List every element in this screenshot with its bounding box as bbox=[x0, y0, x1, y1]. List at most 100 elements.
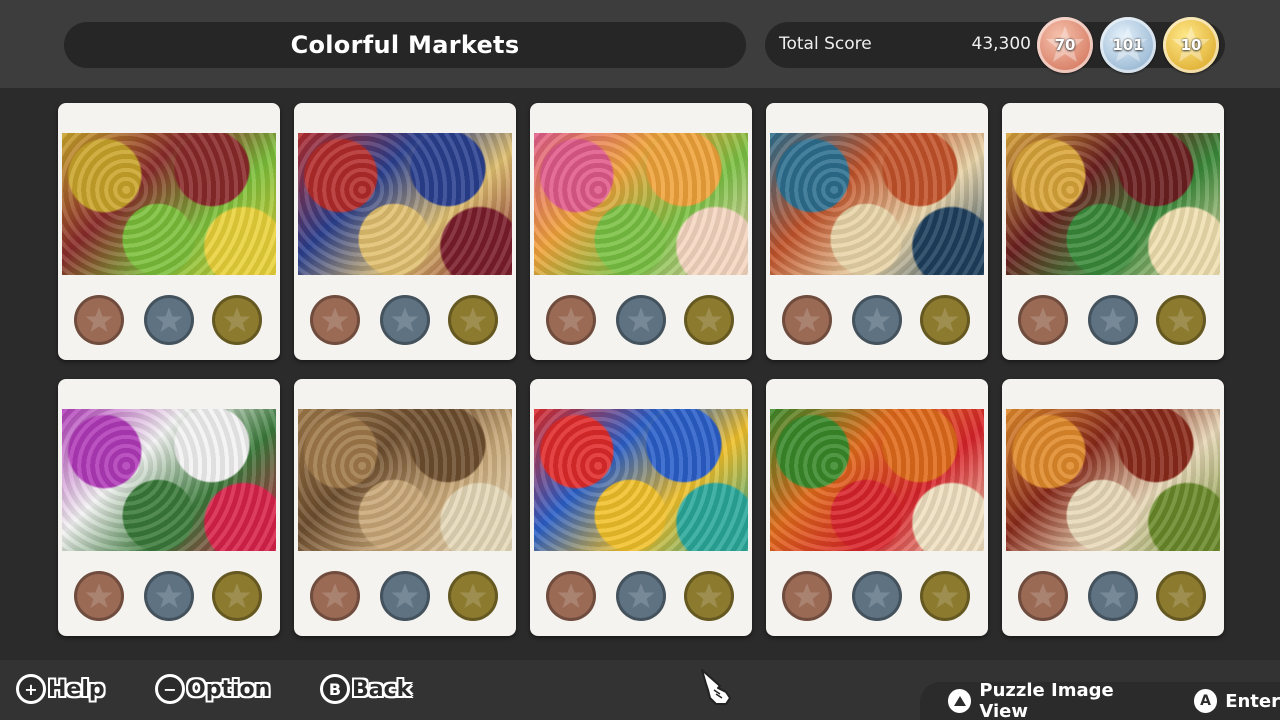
star-icon bbox=[223, 583, 251, 609]
star-icon bbox=[695, 583, 723, 609]
puzzle-thumbnail bbox=[770, 133, 984, 275]
star-icon bbox=[1099, 583, 1127, 609]
total-score-value: 43,300 bbox=[971, 34, 1031, 54]
puzzle-card[interactable] bbox=[530, 379, 752, 636]
star-icon bbox=[863, 583, 891, 609]
puzzle-card[interactable] bbox=[1002, 379, 1224, 636]
silver-medal-slot bbox=[144, 295, 194, 345]
action-hints: Puzzle Image View A Enter bbox=[920, 680, 1280, 720]
total-score-label: Total Score bbox=[779, 34, 872, 54]
gold-medal-slot bbox=[1156, 571, 1206, 621]
star-icon bbox=[321, 583, 349, 609]
puzzle-thumbnail bbox=[298, 133, 512, 275]
star-icon bbox=[557, 583, 585, 609]
bronze-medal-slot bbox=[782, 295, 832, 345]
back-label: Back bbox=[352, 676, 412, 702]
silver-medal-slot bbox=[852, 571, 902, 621]
star-icon bbox=[459, 583, 487, 609]
a-button-icon: A bbox=[1193, 689, 1218, 713]
bronze-medal-slot bbox=[74, 295, 124, 345]
plus-icon: + bbox=[16, 674, 46, 704]
b-button-icon: B bbox=[320, 674, 350, 704]
silver-medal-slot bbox=[616, 571, 666, 621]
star-icon bbox=[391, 307, 419, 333]
puzzle-thumbnail bbox=[770, 409, 984, 551]
bronze-medal-slot bbox=[310, 295, 360, 345]
gold-medal-slot bbox=[448, 571, 498, 621]
star-icon bbox=[1029, 583, 1057, 609]
star-icon bbox=[1167, 307, 1195, 333]
help-label: Help bbox=[48, 676, 105, 702]
puzzle-thumbnail bbox=[298, 409, 512, 551]
bronze-count: 70 bbox=[1054, 36, 1076, 54]
star-icon bbox=[931, 583, 959, 609]
gold-medal-slot bbox=[920, 571, 970, 621]
puzzle-card[interactable] bbox=[294, 103, 516, 360]
star-icon bbox=[1167, 583, 1195, 609]
puzzle-thumbnail bbox=[62, 133, 276, 275]
help-button[interactable]: + Help bbox=[16, 672, 105, 706]
star-icon bbox=[1099, 307, 1127, 333]
back-button[interactable]: B Back bbox=[320, 672, 411, 706]
puzzle-thumbnail bbox=[534, 409, 748, 551]
hand-cursor-icon bbox=[701, 669, 731, 705]
puzzle-thumbnail bbox=[1006, 409, 1220, 551]
puzzle-card[interactable] bbox=[766, 103, 988, 360]
silver-medal-slot bbox=[1088, 295, 1138, 345]
star-icon bbox=[557, 307, 585, 333]
puzzle-card[interactable] bbox=[530, 103, 752, 360]
bronze-medal-slot bbox=[546, 571, 596, 621]
gold-medal-slot bbox=[448, 295, 498, 345]
bronze-medal-slot bbox=[782, 571, 832, 621]
gold-count: 10 bbox=[1180, 36, 1202, 54]
bronze-medal-slot bbox=[546, 295, 596, 345]
star-icon bbox=[85, 307, 113, 333]
star-icon bbox=[85, 583, 113, 609]
puzzle-card[interactable] bbox=[1002, 103, 1224, 360]
puzzle-card[interactable] bbox=[58, 103, 280, 360]
puzzle-card[interactable] bbox=[766, 379, 988, 636]
star-icon bbox=[155, 583, 183, 609]
star-icon bbox=[931, 307, 959, 333]
star-icon bbox=[793, 307, 821, 333]
triangle-button-icon bbox=[948, 689, 972, 713]
silver-medal-slot bbox=[144, 571, 194, 621]
option-label: Option bbox=[187, 676, 271, 702]
puzzle-thumbnail bbox=[62, 409, 276, 551]
minus-icon: − bbox=[155, 674, 185, 704]
silver-medal-slot bbox=[380, 571, 430, 621]
star-icon bbox=[695, 307, 723, 333]
gold-medal-slot bbox=[684, 571, 734, 621]
puzzle-thumbnail bbox=[1006, 133, 1220, 275]
star-icon bbox=[793, 583, 821, 609]
bronze-medal-slot bbox=[1018, 295, 1068, 345]
silver-medal-slot bbox=[1088, 571, 1138, 621]
silver-medal-slot bbox=[616, 295, 666, 345]
bronze-medal-slot bbox=[310, 571, 360, 621]
star-icon bbox=[391, 583, 419, 609]
star-icon bbox=[459, 307, 487, 333]
page-title: Colorful Markets bbox=[290, 31, 520, 59]
silver-count: 101 bbox=[1112, 36, 1144, 54]
bronze-medal-slot bbox=[1018, 571, 1068, 621]
enter-label[interactable]: Enter bbox=[1225, 691, 1280, 712]
page-title-bar: Colorful Markets bbox=[64, 22, 746, 68]
star-icon bbox=[321, 307, 349, 333]
puzzle-image-view-label[interactable]: Puzzle Image View bbox=[979, 680, 1163, 720]
puzzle-thumbnail bbox=[534, 133, 748, 275]
gold-medal-slot bbox=[212, 295, 262, 345]
puzzle-card[interactable] bbox=[294, 379, 516, 636]
star-icon bbox=[223, 307, 251, 333]
gold-medal-slot bbox=[212, 571, 262, 621]
gold-medal-slot bbox=[920, 295, 970, 345]
star-icon bbox=[627, 583, 655, 609]
star-icon bbox=[155, 307, 183, 333]
total-score-bar: Total Score 43,300 bbox=[765, 22, 1225, 68]
option-button[interactable]: − Option bbox=[155, 672, 270, 706]
star-icon bbox=[863, 307, 891, 333]
puzzle-card[interactable] bbox=[58, 379, 280, 636]
bronze-medal-count: 70 bbox=[1037, 17, 1093, 73]
silver-medal-slot bbox=[852, 295, 902, 345]
star-icon bbox=[627, 307, 655, 333]
star-icon bbox=[1029, 307, 1057, 333]
